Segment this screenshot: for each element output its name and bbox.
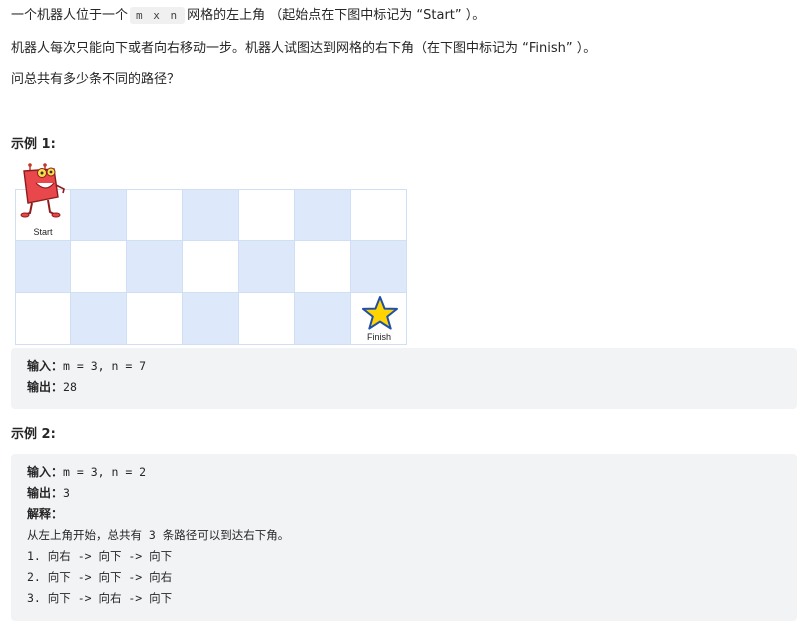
grid-cell	[239, 293, 295, 345]
grid-cell	[295, 293, 351, 345]
grid-cell	[183, 241, 239, 293]
example-2-output-line: 输出：3	[27, 483, 781, 504]
intro-line-1: 一个机器人位于一个 m x n 网格的左上角 （起始点在下图中标记为 “Start”…	[11, 7, 485, 25]
grid-cell	[351, 189, 407, 241]
grid-cell	[295, 241, 351, 293]
grid-cell	[71, 189, 127, 241]
star-icon	[362, 296, 398, 330]
example-2-explain-label-line: 解释：	[27, 504, 781, 525]
input-value: m = 3, n = 7	[63, 359, 147, 373]
grid-cell	[351, 241, 407, 293]
grid-cell	[15, 241, 71, 293]
grid-cell	[239, 241, 295, 293]
grid-cell	[127, 241, 183, 293]
intro-line-2: 机器人每次只能向下或者向右移动一步。机器人试图达到网格的右下角（在下图中标记为 …	[11, 41, 597, 56]
intro-line-3: 问总共有多少条不同的路径？	[11, 72, 181, 87]
robot-icon	[20, 163, 65, 218]
intro-line-1-before: 一个机器人位于一个	[11, 8, 129, 23]
input-label: 输入：	[27, 465, 64, 479]
grid-cell	[15, 293, 71, 345]
example-2-explain-text: 从左上角开始，总共有 3 条路径可以到达右下角。	[27, 528, 290, 542]
example-2-heading: 示例 2:	[11, 427, 56, 442]
path-item: 2. 向下 -> 向下 -> 向右	[27, 570, 173, 584]
grid-cell	[71, 293, 127, 345]
path-item: 1. 向右 -> 向下 -> 向下	[27, 549, 173, 563]
grid-cell	[183, 293, 239, 345]
output-label: 输出：	[27, 486, 64, 500]
grid-cell	[183, 189, 239, 241]
grid-cell	[295, 189, 351, 241]
input-label: 输入：	[27, 359, 64, 373]
explain-label: 解释：	[27, 507, 64, 521]
output-value: 28	[63, 380, 77, 394]
start-label: Start	[33, 227, 53, 237]
example-1-output-line: 输出：28	[27, 377, 781, 398]
grid-size-code: m x n	[130, 7, 186, 24]
grid-cell	[127, 293, 183, 345]
example-2-input-line: 输入：m = 3, n = 2	[27, 462, 781, 483]
finish-label: Finish	[366, 332, 391, 342]
example-1-code-block: 输入：m = 3, n = 7 输出：28	[11, 348, 797, 409]
example-1-input-line: 输入：m = 3, n = 7	[27, 356, 781, 377]
output-label: 输出：	[27, 380, 64, 394]
example-1-grid: Start Finish	[15, 163, 407, 345]
grid-cell	[127, 189, 183, 241]
input-value: m = 3, n = 2	[63, 465, 147, 479]
grid-cell	[71, 241, 127, 293]
output-value: 3	[63, 486, 70, 500]
example-2-code-block: 输入：m = 3, n = 2 输出：3 解释： 从左上角开始，总共有 3 条路…	[11, 454, 797, 621]
intro-line-1-after: 网格的左上角 （起始点在下图中标记为 “Start” ）。	[187, 8, 486, 23]
example-1-heading: 示例 1:	[11, 137, 56, 152]
path-item: 3. 向下 -> 向右 -> 向下	[27, 591, 173, 605]
grid-cell	[239, 189, 295, 241]
